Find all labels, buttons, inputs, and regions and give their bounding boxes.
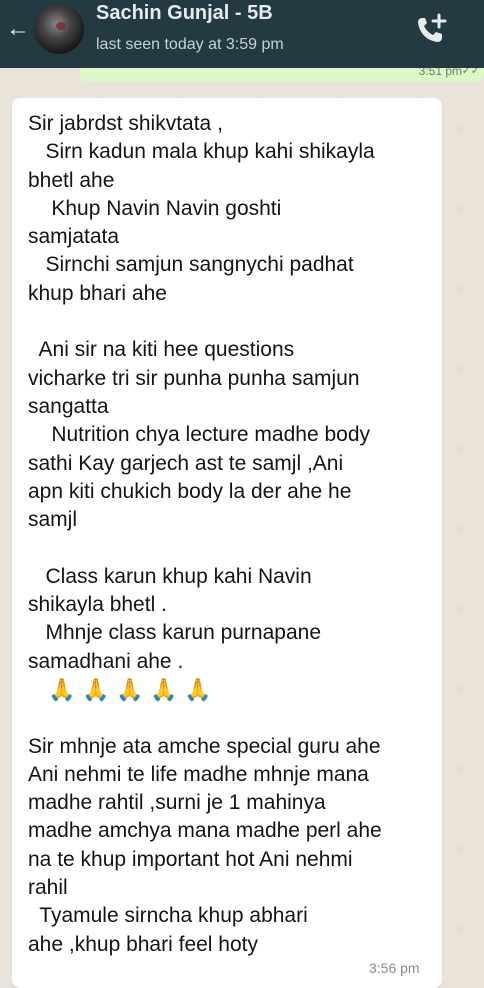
message-line: Ani nehmi te life madhe mhnje mana	[28, 762, 369, 786]
add-call-icon[interactable]	[414, 12, 450, 46]
message-line: Mhnje class karun purnapane	[28, 621, 322, 645]
message-line: vicharke tri sir punha punha samjun	[28, 366, 360, 390]
message-line: Ani sir na kiti hee questions	[28, 338, 295, 362]
avatar[interactable]	[34, 4, 84, 54]
last-seen-status: last seen today at 3:59 pm	[96, 36, 284, 53]
message-line: rahil	[28, 876, 68, 900]
chat-header[interactable]: ← Sachin Gunjal - 5B last seen today at …	[0, 0, 484, 68]
folded-hands-emoji-icon: 🙏	[150, 677, 178, 703]
message-line: samjatata	[28, 225, 120, 249]
message-text: Sir jabrdst shikvtata , Sirn kadun mala …	[28, 110, 448, 959]
folded-hands-emoji-icon: 🙏	[184, 677, 212, 703]
message-line: na te khup important hot Ani nehmi	[28, 847, 353, 871]
message-line: apn kiti chukich body la der ahe he	[28, 479, 352, 503]
message-line: sangatta	[28, 394, 109, 418]
message-line: Sir mhnje ata amche special guru ahe	[28, 734, 381, 758]
message-line: bhetl ahe	[28, 168, 115, 192]
message-line	[28, 704, 448, 732]
message-line: Nutrition chya lecture madhe body	[28, 423, 371, 447]
message-line: Sirn kadun mala khup kahi shikayla	[28, 140, 375, 164]
message-line	[28, 534, 448, 562]
message-line: samadhani ahe .	[28, 649, 184, 673]
message-line: khup bhari ahe	[28, 281, 167, 305]
message-line: madhe rahtil ,surni je 1 mahinya	[28, 791, 326, 815]
message-line	[28, 308, 448, 336]
message-line: Khup Navin Navin goshti	[28, 196, 282, 220]
message-line: Class karun khup kahi Navin	[28, 564, 312, 588]
message-line: sathi Kay garjech ast te samjl ,Ani	[28, 451, 344, 475]
message-line: ahe ,khup bhari feel hoty	[28, 932, 258, 956]
folded-hands-emoji-icon: 🙏	[48, 677, 76, 703]
message-line: Tyamule sirncha khup abhari	[28, 904, 308, 928]
message-line: Sirnchi samjun sangnychi padhat	[28, 253, 354, 277]
message-time: 3:56 pm	[369, 960, 420, 976]
message-line: shikayla bhetl .	[28, 593, 167, 617]
message-line: Sir jabrdst shikvtata ,	[28, 112, 223, 135]
emoji-row: 🙏 🙏 🙏 🙏 🙏	[28, 676, 448, 704]
message-line: madhe amchya mana madhe perl ahe	[28, 819, 382, 843]
folded-hands-emoji-icon: 🙏	[116, 677, 144, 703]
back-arrow-icon[interactable]: ←	[6, 17, 30, 41]
folded-hands-emoji-icon: 🙏	[82, 677, 110, 703]
contact-name[interactable]: Sachin Gunjal - 5B	[96, 2, 273, 25]
message-line: samjl	[28, 508, 78, 532]
